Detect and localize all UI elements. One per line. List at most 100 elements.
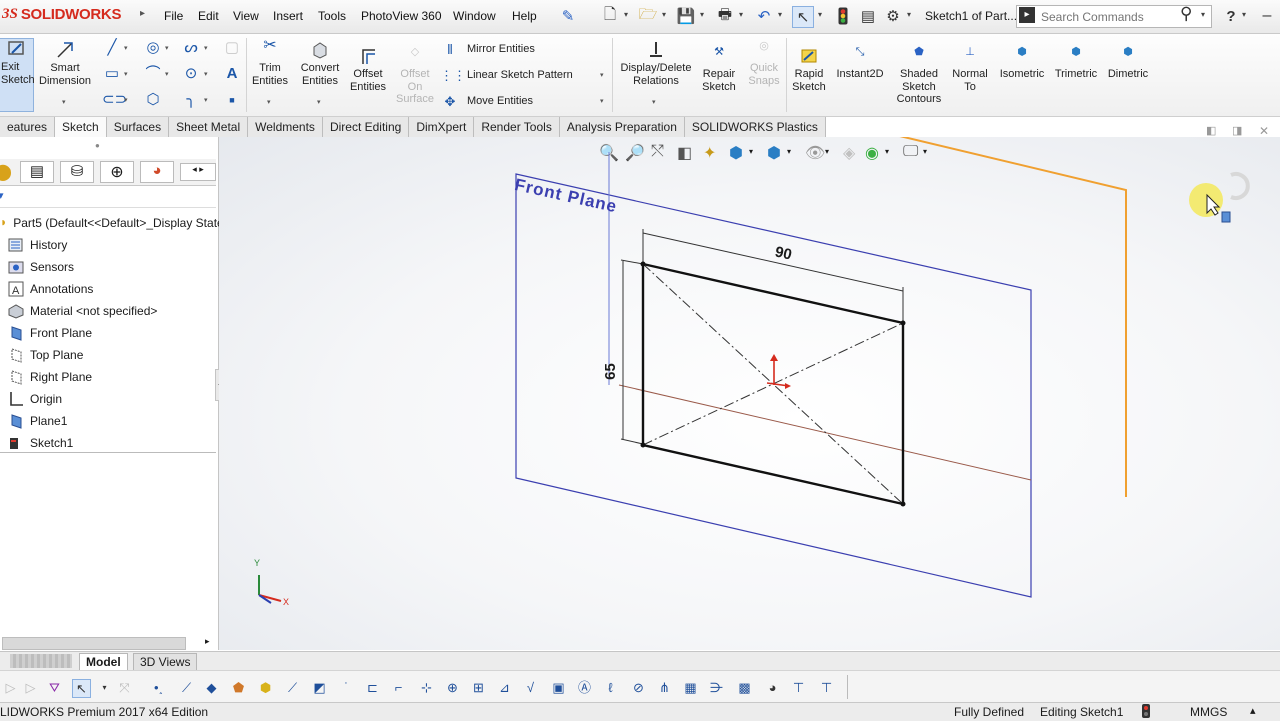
spline-dropdown-icon[interactable]: ▾ bbox=[204, 44, 208, 52]
linear-pattern-dropdown-icon[interactable]: ▾ bbox=[600, 71, 604, 79]
select-dropdown-icon[interactable]: ▾ bbox=[818, 10, 822, 19]
units-selector[interactable]: MMGS bbox=[1190, 705, 1227, 719]
tree-item-front-plane[interactable]: Front Plane bbox=[8, 323, 92, 343]
tree-item-history[interactable]: History bbox=[8, 235, 67, 255]
menu-help[interactable]: Help bbox=[512, 9, 537, 23]
filter-points-icon[interactable]: ˙ bbox=[338, 679, 355, 696]
units-dropdown-icon[interactable]: ▴ bbox=[1250, 704, 1256, 717]
filter-notes-icon[interactable]: Ⓐ bbox=[576, 679, 593, 696]
tab-sketch[interactable]: Sketch bbox=[55, 117, 107, 138]
move-entities-button[interactable]: Move Entities bbox=[467, 95, 533, 107]
options-gear-icon[interactable]: ⚙ bbox=[883, 6, 903, 26]
filter-gtol-icon[interactable]: ▣ bbox=[550, 679, 567, 696]
new-document-icon[interactable]: 🗋 bbox=[600, 6, 620, 26]
rebuild-traffic-light-icon[interactable] bbox=[833, 6, 853, 26]
menu-tools[interactable]: Tools bbox=[318, 9, 346, 23]
smart-dimension-dropdown-icon[interactable]: ▾ bbox=[62, 98, 66, 106]
pin-icon[interactable]: ✎ bbox=[558, 6, 578, 26]
filter-center-marks-icon[interactable]: ⊹ bbox=[418, 679, 435, 696]
scroll-right-icon[interactable]: ▸ bbox=[205, 636, 210, 647]
tab-solidworks-plastics[interactable]: SOLIDWORKS Plastics bbox=[684, 117, 826, 137]
linear-sketch-pattern-button[interactable]: Linear Sketch Pattern bbox=[467, 69, 573, 81]
filter-axes-icon[interactable]: ⟋ bbox=[284, 679, 301, 696]
undo-dropdown-icon[interactable]: ▾ bbox=[778, 10, 782, 19]
panel-scroll-arrows-icon[interactable]: ◂ ▸ bbox=[180, 163, 216, 181]
panel-grip-icon[interactable]: ● bbox=[95, 141, 100, 150]
configuration-manager-tab-icon[interactable]: ⛁ bbox=[60, 161, 94, 183]
filter-cosmetic-threads-icon[interactable]: ⋔ bbox=[656, 679, 673, 696]
rectangle-dropdown-icon[interactable]: ▾ bbox=[124, 70, 128, 78]
dimxpert-manager-tab-icon[interactable]: ⊕ bbox=[100, 161, 134, 183]
file-properties-icon[interactable]: ▤ bbox=[858, 6, 878, 26]
select-arrow-icon[interactable]: ↖ bbox=[72, 679, 91, 698]
menu-file[interactable]: File bbox=[164, 9, 183, 23]
undo-icon[interactable]: ↶ bbox=[754, 6, 774, 26]
mirror-entities-button[interactable]: Mirror Entities bbox=[467, 43, 535, 55]
filter-routing-points-icon[interactable]: ▩ bbox=[736, 679, 753, 696]
property-manager-tab-icon[interactable]: ▤ bbox=[20, 161, 54, 183]
motion-study-scroll-icon[interactable] bbox=[10, 654, 72, 668]
offset-entities-button[interactable]: Offset Entities bbox=[346, 46, 390, 93]
print-dropdown-icon[interactable]: ▾ bbox=[739, 10, 743, 19]
select-pointer-icon[interactable]: ↖ bbox=[792, 6, 814, 28]
filter-dimensions-icon[interactable]: ⊞ bbox=[470, 679, 487, 696]
trimetric-button[interactable]: ⬢ Trimetric bbox=[1050, 46, 1102, 81]
repair-sketch-button[interactable]: ⚒ Repair Sketch bbox=[700, 46, 738, 93]
linear-pattern-icon[interactable]: ⋮⋮ bbox=[440, 66, 466, 86]
tree-item-origin[interactable]: Origin bbox=[8, 389, 62, 409]
display-manager-tab-icon[interactable]: ◕ bbox=[140, 161, 174, 183]
filter-balloons-icon[interactable]: ℓ bbox=[602, 679, 619, 696]
maximize-viewport-icon[interactable]: ◨ bbox=[1232, 124, 1242, 137]
circle-dropdown-icon[interactable]: ▾ bbox=[165, 44, 169, 52]
instant2d-button[interactable]: ⤡ Instant2D bbox=[832, 46, 888, 81]
fillet-dropdown-icon[interactable]: ▾ bbox=[204, 96, 208, 104]
filter-reference-icon[interactable]: ⊤ bbox=[818, 679, 835, 696]
filter-vertices-icon[interactable]: •˰ bbox=[150, 679, 167, 696]
filter-edges-icon[interactable]: ⟋ bbox=[178, 679, 195, 696]
tab-analysis-preparation[interactable]: Analysis Preparation bbox=[559, 117, 685, 137]
trim-entities-button[interactable]: ✂ Trim Entities bbox=[250, 38, 290, 87]
search-dropdown-icon[interactable]: ▾ bbox=[1201, 10, 1205, 19]
relations-dropdown-icon[interactable]: ▾ bbox=[652, 98, 656, 106]
print-icon[interactable]: 🖶 bbox=[715, 6, 735, 26]
point-icon[interactable]: ■ bbox=[222, 90, 242, 110]
filter-surface-finish-icon[interactable]: ⊿ bbox=[496, 679, 513, 696]
tab-direct-editing[interactable]: Direct Editing bbox=[322, 117, 410, 137]
save-dropdown-icon[interactable]: ▾ bbox=[700, 10, 704, 19]
new-dropdown-icon[interactable]: ▾ bbox=[624, 10, 628, 19]
filter-weld-symbols-icon[interactable]: √ bbox=[522, 679, 539, 696]
tab-sheet-metal[interactable]: Sheet Metal bbox=[169, 117, 249, 137]
arc-icon[interactable]: ⌒ bbox=[143, 64, 163, 84]
convert-dropdown-icon[interactable]: ▾ bbox=[317, 98, 321, 106]
rectangle-icon[interactable]: ▭ bbox=[102, 64, 122, 84]
tree-item-plane1[interactable]: Plane1 bbox=[8, 411, 67, 431]
menu-photoview[interactable]: PhotoView 360 bbox=[361, 9, 442, 23]
filter-centerlines-icon[interactable]: ⊕ bbox=[444, 679, 461, 696]
solidworks-logo[interactable]: 3S SOLIDWORKS bbox=[2, 6, 121, 23]
search-box[interactable]: ▸ ⚲ ▾ bbox=[1016, 4, 1212, 28]
slot-icon[interactable]: ⊂⊃ bbox=[102, 90, 127, 110]
circle-icon[interactable]: ◎ bbox=[143, 38, 163, 58]
minimize-icon[interactable]: – bbox=[1257, 6, 1277, 26]
tab-dimxpert[interactable]: DimXpert bbox=[409, 117, 475, 137]
trim-dropdown-icon[interactable]: ▾ bbox=[267, 98, 271, 106]
filter-dowel-pins-icon[interactable]: ⋺ bbox=[708, 679, 725, 696]
exit-sketch-button[interactable]: Exit Sketch bbox=[0, 38, 35, 112]
line-dropdown-icon[interactable]: ▾ bbox=[124, 44, 128, 52]
search-icon[interactable]: ⚲ bbox=[1180, 4, 1192, 24]
menu-insert[interactable]: Insert bbox=[273, 9, 303, 23]
tab-render-tools[interactable]: Render Tools bbox=[474, 117, 560, 137]
mirror-entities-icon[interactable]: ⫴ bbox=[440, 40, 460, 60]
select-dropdown-icon[interactable]: ▾ bbox=[96, 679, 113, 696]
tab-features[interactable]: eatures bbox=[0, 117, 56, 137]
spline-icon[interactable]: ᔕ bbox=[181, 38, 201, 58]
polygon-icon[interactable]: ⬡ bbox=[143, 90, 163, 110]
filter-sketch-points-icon[interactable]: ⌐ bbox=[390, 679, 407, 696]
tree-item-material[interactable]: Material <not specified> bbox=[8, 301, 157, 321]
tree-item-sketch1[interactable]: Sketch1 bbox=[8, 433, 73, 453]
horizontal-scrollbar[interactable] bbox=[2, 637, 186, 650]
tree-item-sensors[interactable]: Sensors bbox=[8, 257, 74, 277]
fillet-icon[interactable]: ╮ bbox=[181, 90, 201, 110]
isometric-button[interactable]: ⬢ Isometric bbox=[996, 46, 1048, 81]
rebuild-status-icon[interactable] bbox=[1142, 704, 1150, 721]
